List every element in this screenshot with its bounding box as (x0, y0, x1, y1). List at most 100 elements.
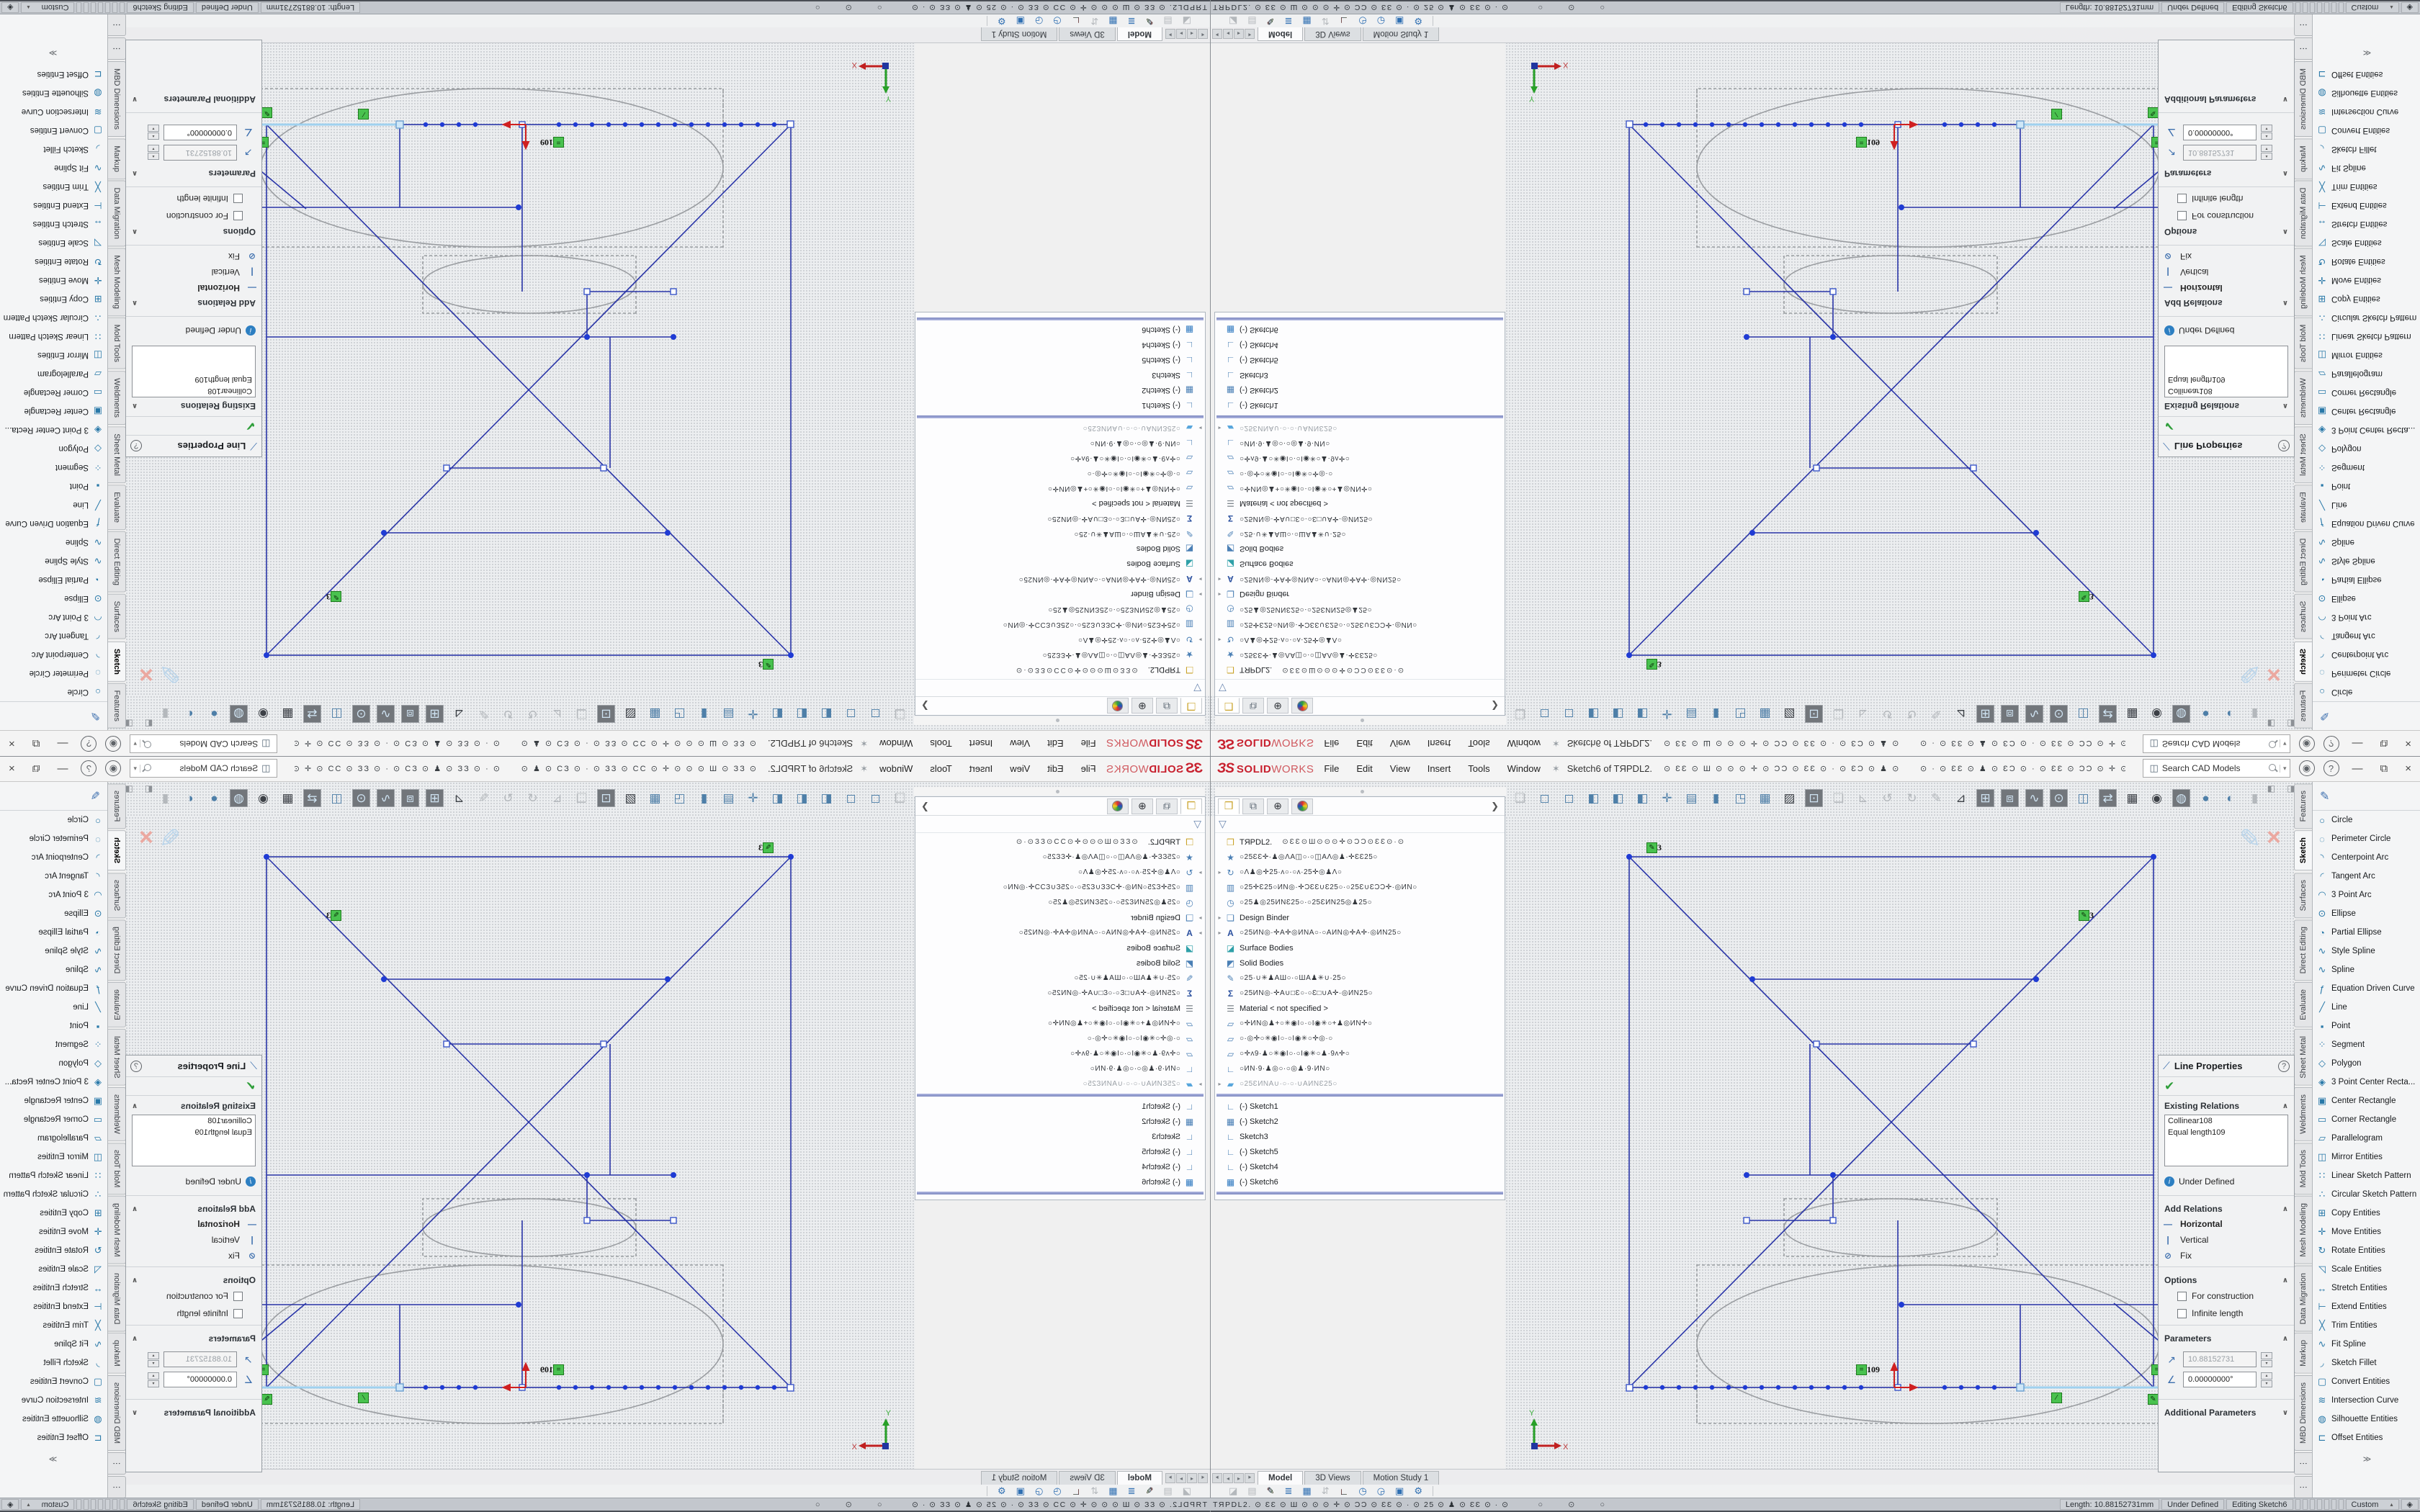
search-icon[interactable] (2269, 739, 2277, 748)
section-options[interactable]: Options ∧ (2159, 225, 2294, 242)
hidden-lines-visible-icon[interactable]: ◻ (842, 789, 860, 807)
page-icon[interactable]: ❏ (573, 789, 591, 807)
tree-item[interactable]: ▥ ○25✛Ɛ25○ИN◎·✛ƆƐƐ∪Ɛ25○·○25Ɛ∪ƐƆƆ✛·◎ИN○ (915, 617, 1205, 632)
clock-check-icon[interactable]: ◷ (1358, 15, 1366, 27)
tree-item[interactable]: ∟ ○ИN·9·♟◎○·○◎♟·9·ИN○ (1215, 436, 1505, 451)
sketch-tool-button[interactable]: ◍ Silhouette Entities (2313, 84, 2420, 102)
sketch-tool-button[interactable]: ⊏ Offset Entities (0, 1428, 107, 1447)
user-account-icon[interactable]: ◉ (2299, 736, 2315, 752)
sketch-tool-button[interactable]: ∿ Spline (2313, 960, 2420, 979)
checkbox[interactable] (233, 1309, 243, 1318)
tree-item-sketch[interactable]: ▦ (-) Sketch6 (1215, 1174, 1505, 1189)
tree-item[interactable]: ▸ ❏ Design Binder (915, 587, 1205, 602)
tree-item-sketch[interactable]: ∟ (-) Sketch1 (1215, 398, 1505, 413)
tree-item-sketch[interactable]: ▦ (-) Sketch2 (1215, 1114, 1505, 1129)
rollback-bar-end[interactable] (917, 1192, 1204, 1194)
zebra-stripes-icon[interactable]: ▨ (622, 789, 640, 807)
hidden-lines-visible-icon[interactable]: ◻ (1560, 789, 1578, 807)
sketch-tool-button[interactable]: ◍ Silhouette Entities (0, 1410, 107, 1428)
tree-item[interactable]: ▸ ↻ ○Λ♟◎✛25·ᴧ○·○ᴧ·25✛◎♟Λ○ (915, 632, 1205, 647)
zebra-stripes-icon[interactable]: ▨ (1780, 789, 1798, 807)
gear-icon[interactable]: ⚙ (1414, 15, 1422, 27)
tree-item[interactable]: ▱ ○✛ИN◎♟+○✳◉I○·○I◉✳○+♟◎ИN✛○ (915, 1016, 1205, 1031)
rollback-bar[interactable] (917, 1094, 1204, 1097)
tab-propertymanager[interactable]: ⧉ (1242, 798, 1264, 814)
scene-cylinder-icon[interactable]: ▮ (2246, 705, 2264, 723)
relation-entry[interactable]: Equal length109 (135, 372, 252, 384)
shaded-edges-cube-icon[interactable]: ◧ (1609, 789, 1627, 807)
unit-system-selector[interactable]: Custom▴ (2346, 1499, 2399, 1510)
section-existing-relations[interactable]: Existing Relations ∧ (2159, 399, 2294, 416)
sketch-tool-button[interactable]: ◠ 3 Point Arc (2313, 886, 2420, 904)
sketch-tool-button[interactable]: ✛ Move Entities (0, 1223, 107, 1241)
sketch-confirm-icon[interactable]: ✎ (2239, 824, 2261, 854)
status-corner-icon[interactable]: ◈ (2401, 2, 2419, 13)
section-parameters[interactable]: Parameters ∧ (2159, 166, 2294, 184)
tree-item-sketch[interactable]: ∟ (-) Sketch4 (1215, 338, 1505, 353)
search-icon[interactable] (2269, 764, 2277, 773)
tab-dimxpert[interactable] (1291, 798, 1313, 814)
tree-item[interactable]: ◪ Surface Bodies (915, 557, 1205, 572)
tree-item-sketch[interactable]: ∟ (-) Sketch5 (915, 353, 1205, 368)
sketch-tool-button[interactable]: ✛ Move Entities (2313, 1223, 2420, 1241)
sketch-tool-button[interactable]: ⊢ Extend Entities (2313, 196, 2420, 215)
tree-item[interactable]: ☰ Material < not specified > (915, 1001, 1205, 1016)
add-relation-button[interactable]: — Horizontal (126, 1216, 261, 1232)
search-input[interactable]: ◫ Search CAD Models ▾ (2143, 759, 2290, 778)
command-tab[interactable]: Evaluate (2294, 485, 2312, 530)
command-tab[interactable]: Markup (2294, 1333, 2312, 1374)
undo-icon[interactable]: ↺ (524, 705, 542, 723)
sketch-tool-button[interactable]: ◫ Mirror Entities (0, 346, 107, 364)
sketch-settings-icon[interactable]: ⊡ (597, 705, 615, 723)
sketch-tool-button[interactable]: ⁘ Segment (2313, 458, 2420, 477)
tree-filter-bar[interactable]: ▽ (1215, 679, 1505, 696)
section-existing-relations[interactable]: Existing Relations ∧ (126, 399, 261, 416)
tree-filter-bar[interactable]: ▽ (1215, 816, 1505, 833)
add-relation-button[interactable]: — Horizontal (2159, 280, 2294, 296)
option-checkbox-row[interactable]: Infinite length (126, 190, 261, 207)
sketch-tool-button[interactable]: ○ Circle (0, 683, 107, 701)
sketch-tool-button[interactable]: ◜ Tangent Arc (2313, 626, 2420, 645)
expand-arrow-icon[interactable]: ▸ (1196, 1081, 1205, 1087)
sketch-tool-button[interactable]: ◇ Polygon (2313, 1054, 2420, 1073)
section-add-relations[interactable]: Add Relations ∧ (126, 1199, 261, 1216)
length-spinner[interactable]: ▴▾ (148, 145, 159, 161)
tree-filter-bar[interactable]: ▽ (915, 816, 1205, 833)
tab-configurationmanager[interactable]: ⊕ (1267, 798, 1289, 814)
search-dropdown-icon[interactable]: ▾ (2280, 740, 2287, 748)
menu-item[interactable]: Window (879, 738, 913, 749)
tree-item[interactable]: ❒ TЯPDL2. ⊙ƐƐ⊙Ш⊙⊙⊙✛⊙ƆƆ⊙ƐƐ⊙·⊙ (1215, 834, 1505, 850)
command-tab[interactable]: Weldments (2294, 1087, 2312, 1141)
tree-item[interactable]: ◪ Surface Bodies (915, 940, 1205, 955)
sketch-tool-button[interactable]: ▪ Point (2313, 1017, 2420, 1035)
document-tab[interactable]: 3D Views (1304, 1471, 1361, 1485)
command-tab[interactable]: Sheet Metal (2294, 1029, 2312, 1086)
expand-arrow-icon[interactable]: ▸ (1196, 591, 1205, 598)
command-tab[interactable]: Mold Tools (2294, 1143, 2312, 1194)
minimize-button[interactable]: — (2348, 738, 2367, 750)
relation-entry[interactable]: Equal length109 (135, 1128, 252, 1140)
command-tab[interactable]: ⋮ (2294, 1476, 2312, 1498)
sketch-tool-button[interactable]: ↻ Rotate Entities (0, 1241, 107, 1260)
visibility-eye-icon[interactable]: ◉ (2148, 789, 2166, 807)
command-tab[interactable]: ⋮ (2294, 14, 2312, 36)
undo-icon[interactable]: ↺ (524, 789, 542, 807)
sketch-tool-button[interactable]: ◞ Sketch Fillet (2313, 1354, 2420, 1372)
page-icon[interactable]: ❏ (573, 705, 591, 723)
ok-button[interactable]: ✔ (2164, 419, 2174, 433)
minimize-button[interactable]: — (2348, 762, 2367, 775)
tab-configurationmanager[interactable]: ⊕ (1131, 698, 1153, 714)
sketch-tool-button[interactable]: ∿ Spline (2313, 533, 2420, 552)
sketch-exit-icon[interactable]: ✎ (91, 709, 100, 724)
command-tab[interactable]: Mold Tools (108, 318, 126, 369)
sketch-settings-icon[interactable]: ⊡ (1805, 789, 1823, 807)
relation-entry[interactable]: Collinear108 (2168, 384, 2285, 395)
cylinder-icon[interactable]: ▮ (695, 789, 713, 807)
search-dropdown-icon[interactable]: ▾ (2280, 765, 2287, 773)
shaded-view-icon[interactable]: ◧ (1634, 789, 1652, 807)
tree-item[interactable]: ◩ Solid Bodies (915, 541, 1205, 557)
cylinder-icon[interactable]: ▮ (1707, 705, 1725, 723)
section-parameters[interactable]: Parameters ∧ (126, 166, 261, 184)
command-tab[interactable]: Mold Tools (2294, 318, 2312, 369)
tree-item[interactable]: ❒ TЯPDL2. ⊙ƐƐ⊙Ш⊙⊙⊙✛⊙ƆƆ⊙ƐƐ⊙·⊙ (915, 662, 1205, 678)
